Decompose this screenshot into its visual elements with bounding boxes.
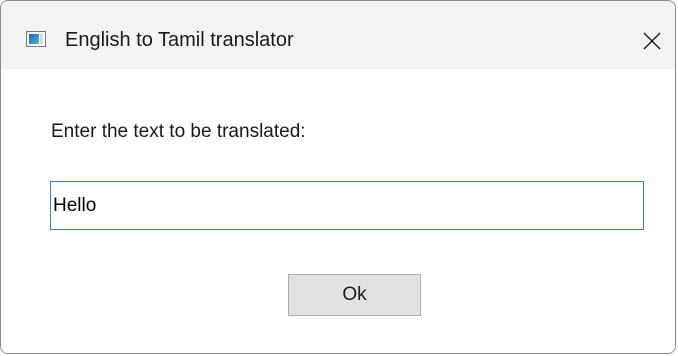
app-window-icon [26, 31, 46, 47]
close-button[interactable] [629, 19, 675, 63]
ok-button[interactable]: Ok [288, 274, 421, 316]
app-icon-pane [29, 34, 39, 44]
title-bar[interactable]: English to Tamil translator [1, 1, 675, 69]
close-icon [643, 32, 661, 50]
translate-text-input[interactable] [50, 181, 644, 230]
app-icon-strip [40, 34, 43, 44]
prompt-label: Enter the text to be translated: [51, 121, 306, 142]
dialog-content: Enter the text to be translated: Ok [1, 69, 675, 353]
window-title: English to Tamil translator [65, 29, 294, 51]
dialog-window: English to Tamil translator Enter the te… [0, 0, 676, 354]
